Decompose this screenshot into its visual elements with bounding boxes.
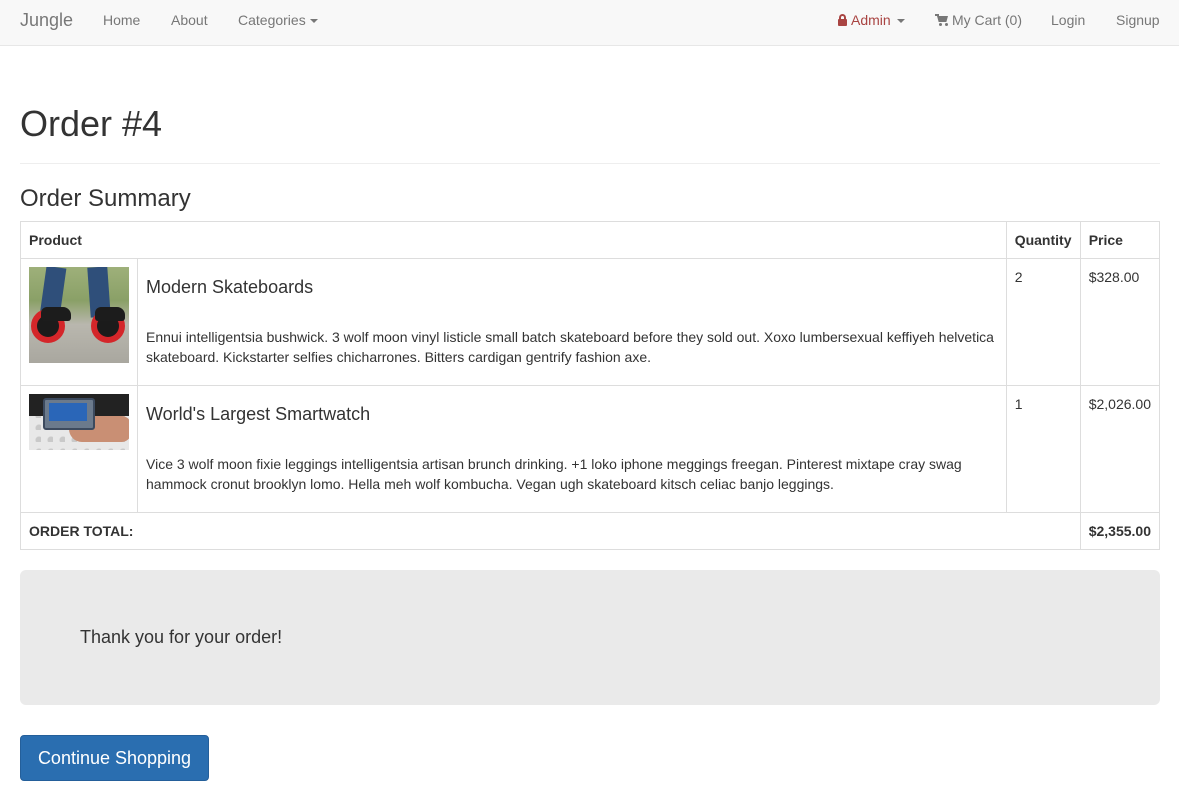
product-description: Vice 3 wolf moon fixie leggings intellig…: [146, 456, 962, 492]
product-quantity: 2: [1005, 258, 1081, 386]
table-row: Modern Skateboards Ennui intelligentsia …: [20, 258, 1161, 386]
continue-shopping-button[interactable]: Continue Shopping: [20, 735, 209, 781]
caret-down-icon: [896, 19, 905, 24]
product-name: World's Largest Smartwatch: [146, 404, 371, 424]
product-image-skateboards: [29, 267, 129, 363]
table-header-row: Product Quantity Price: [20, 221, 1161, 259]
nav-signup-link[interactable]: Signup: [1116, 12, 1160, 28]
nav-login-link[interactable]: Login: [1051, 12, 1085, 28]
nav-categories-label: Categories: [238, 12, 306, 28]
table-row: World's Largest Smartwatch Vice 3 wolf m…: [20, 385, 1161, 513]
section-title: Order Summary: [20, 185, 191, 212]
lock-icon: [838, 14, 847, 26]
header-price: Price: [1079, 221, 1161, 259]
product-image-cell: [20, 258, 138, 386]
product-price: $2,026.00: [1079, 385, 1161, 513]
order-summary-table: Product Quantity Price Modern Skateboard…: [20, 221, 1161, 550]
nav-cart-link[interactable]: My Cart (0): [935, 12, 1022, 28]
product-quantity: 1: [1005, 385, 1081, 513]
shopping-cart-icon: [935, 14, 949, 26]
page-title: Order #4: [20, 103, 163, 144]
product-name: Modern Skateboards: [146, 277, 314, 297]
nav-admin-label: Admin: [851, 12, 891, 28]
thank-you-message: Thank you for your order!: [80, 627, 283, 647]
order-total-value: $2,355.00: [1079, 512, 1161, 550]
nav-admin-dropdown[interactable]: Admin: [838, 12, 905, 28]
order-total-label: ORDER TOTAL:: [20, 512, 1081, 550]
header-quantity: Quantity: [1005, 221, 1081, 259]
nav-about-link[interactable]: About: [171, 12, 208, 28]
product-info-cell: World's Largest Smartwatch Vice 3 wolf m…: [137, 385, 1007, 513]
caret-down-icon: [309, 19, 318, 24]
brand-link[interactable]: Jungle: [20, 10, 73, 30]
product-image-smartwatch: [29, 394, 129, 450]
nav-categories-dropdown[interactable]: Categories: [238, 12, 318, 28]
title-divider: [20, 163, 1160, 164]
navbar: Jungle Home About Categories Admin My Ca…: [0, 0, 1179, 46]
product-price: $328.00: [1079, 258, 1161, 386]
product-description: Ennui intelligentsia bushwick. 3 wolf mo…: [146, 329, 994, 365]
product-info-cell: Modern Skateboards Ennui intelligentsia …: [137, 258, 1007, 386]
thank-you-panel: Thank you for your order!: [20, 570, 1160, 705]
nav-home-link[interactable]: Home: [103, 12, 140, 28]
nav-cart-label: My Cart (0): [952, 12, 1022, 28]
header-product: Product: [20, 221, 1007, 259]
order-total-row: ORDER TOTAL: $2,355.00: [20, 512, 1161, 550]
product-image-cell: [20, 385, 138, 513]
